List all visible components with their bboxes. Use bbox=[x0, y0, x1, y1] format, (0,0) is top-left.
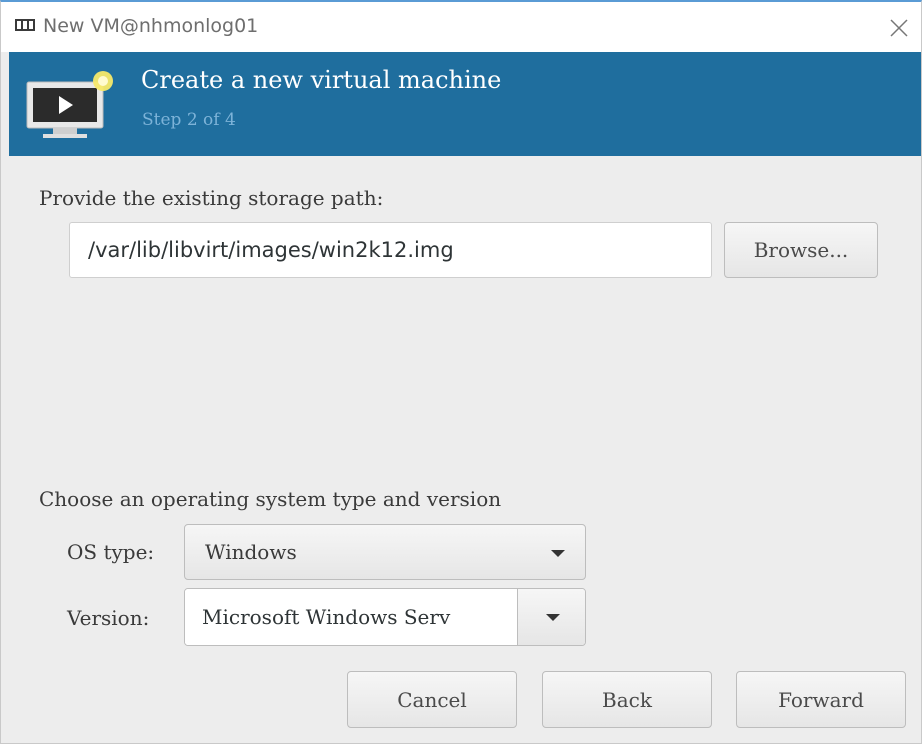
wizard-step-indicator: Step 2 of 4 bbox=[142, 110, 236, 130]
os-type-dropdown[interactable]: Windows bbox=[184, 524, 586, 580]
os-section-label: Choose an operating system type and vers… bbox=[39, 487, 502, 511]
back-button[interactable]: Back bbox=[542, 671, 712, 728]
virt-manager-app-icon bbox=[15, 19, 35, 31]
version-input[interactable] bbox=[185, 589, 517, 645]
browse-button[interactable]: Browse... bbox=[724, 222, 878, 278]
version-dropdown-button[interactable] bbox=[517, 589, 585, 645]
chevron-down-icon bbox=[546, 614, 560, 621]
version-combobox bbox=[184, 588, 586, 646]
virtual-machine-monitor-icon bbox=[26, 71, 113, 138]
wizard-title: Create a new virtual machine bbox=[141, 66, 502, 94]
storage-path-label: Provide the existing storage path: bbox=[39, 186, 384, 210]
os-type-selected-value: Windows bbox=[205, 540, 297, 564]
cancel-button[interactable]: Cancel bbox=[347, 671, 517, 728]
wizard-header-banner: Create a new virtual machine Step 2 of 4 bbox=[9, 52, 921, 156]
new-vm-dialog: New VM@nhmonlog01 Create a new virtual m… bbox=[0, 0, 922, 744]
storage-path-input[interactable] bbox=[69, 222, 712, 278]
close-icon[interactable] bbox=[881, 10, 915, 44]
os-type-label: OS type: bbox=[67, 540, 155, 564]
window-title: New VM@nhmonlog01 bbox=[43, 15, 259, 37]
title-bar: New VM@nhmonlog01 bbox=[1, 2, 921, 52]
forward-button[interactable]: Forward bbox=[736, 671, 906, 728]
version-label: Version: bbox=[67, 606, 150, 630]
chevron-down-icon bbox=[551, 550, 565, 557]
